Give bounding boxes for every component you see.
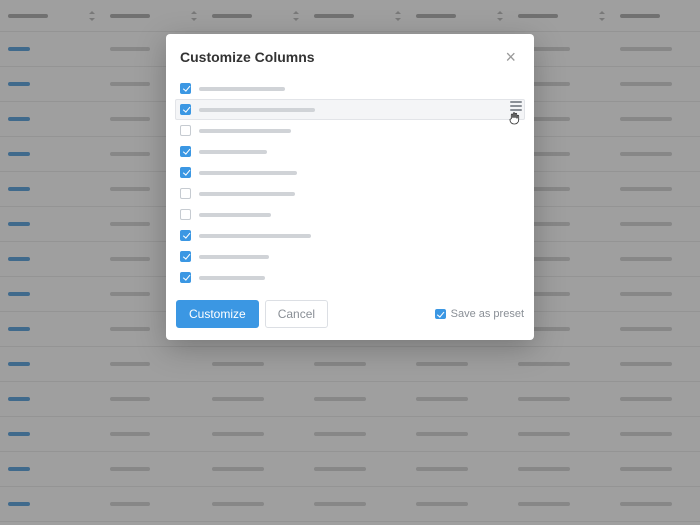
column-label-placeholder: [199, 276, 265, 280]
column-option-row[interactable]: [176, 246, 524, 267]
cancel-button[interactable]: Cancel: [265, 300, 328, 328]
column-checkbox[interactable]: [180, 188, 191, 199]
column-label-placeholder: [199, 192, 295, 196]
save-preset-label: Save as preset: [451, 308, 524, 320]
column-label-placeholder: [199, 213, 271, 217]
column-option-row[interactable]: [176, 141, 524, 162]
customize-columns-dialog: Customize Columns × Customize Cancel Sav…: [166, 34, 534, 340]
column-label-placeholder: [199, 108, 315, 112]
column-checkbox[interactable]: [180, 230, 191, 241]
column-option-row[interactable]: [176, 162, 524, 183]
close-button[interactable]: ×: [501, 46, 520, 68]
modal-overlay: Customize Columns × Customize Cancel Sav…: [0, 0, 700, 525]
column-option-row[interactable]: [175, 99, 525, 120]
dialog-footer: Customize Cancel Save as preset: [166, 292, 534, 340]
column-option-row[interactable]: [176, 204, 524, 225]
save-as-preset[interactable]: Save as preset: [435, 308, 524, 320]
column-option-row[interactable]: [176, 183, 524, 204]
dialog-title: Customize Columns: [180, 49, 315, 65]
column-option-row[interactable]: [176, 120, 524, 141]
column-option-row[interactable]: [176, 267, 524, 288]
column-checkbox[interactable]: [180, 251, 191, 262]
column-checkbox[interactable]: [180, 83, 191, 94]
column-label-placeholder: [199, 171, 297, 175]
column-option-row[interactable]: [176, 78, 524, 99]
column-label-placeholder: [199, 150, 267, 154]
column-label-placeholder: [199, 129, 291, 133]
column-checkbox[interactable]: [180, 146, 191, 157]
column-checkbox[interactable]: [180, 125, 191, 136]
column-option-row[interactable]: [176, 225, 524, 246]
customize-button[interactable]: Customize: [176, 300, 259, 328]
column-checkbox[interactable]: [180, 272, 191, 283]
column-checkbox[interactable]: [180, 209, 191, 220]
save-preset-checkbox[interactable]: [435, 309, 446, 319]
dialog-header: Customize Columns ×: [166, 34, 534, 78]
column-checkbox[interactable]: [180, 104, 191, 115]
column-label-placeholder: [199, 255, 269, 259]
column-label-placeholder: [199, 234, 311, 238]
column-checkbox[interactable]: [180, 167, 191, 178]
column-label-placeholder: [199, 87, 285, 91]
column-list: [166, 78, 534, 292]
